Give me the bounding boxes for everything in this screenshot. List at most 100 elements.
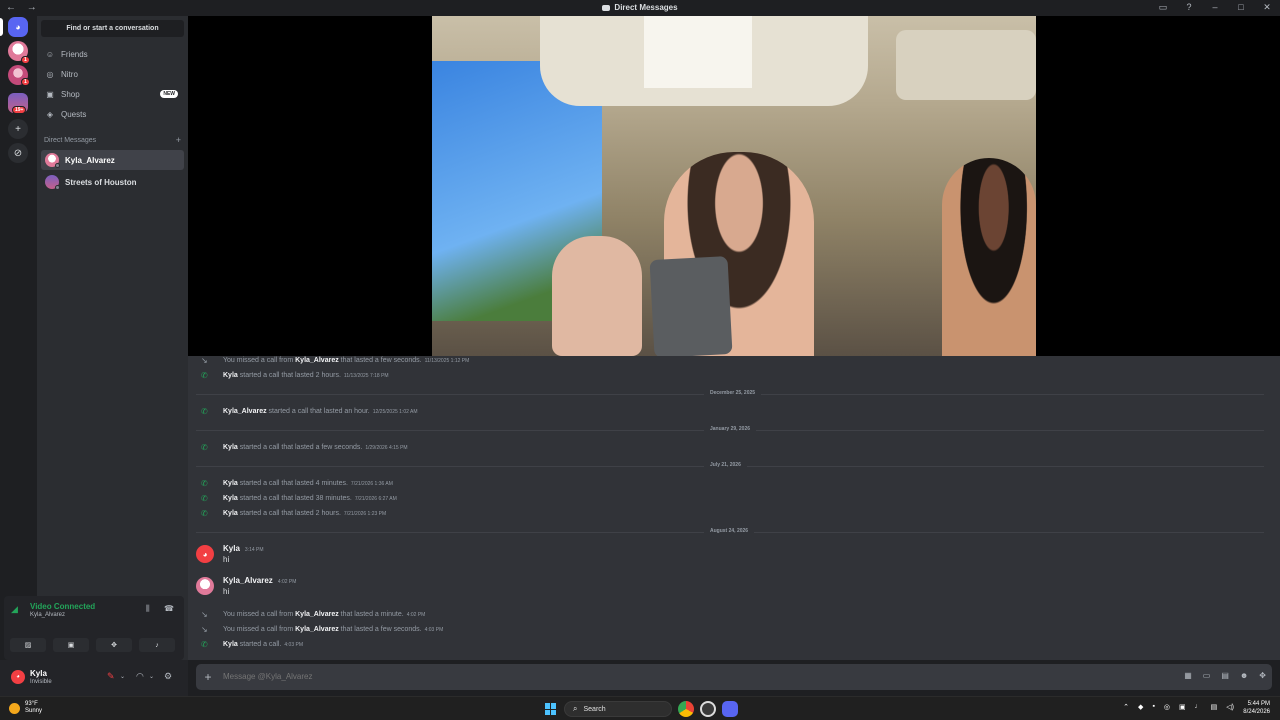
sun-icon (9, 702, 20, 714)
discord-icon: ◕ (15, 22, 21, 32)
discord-taskbar-icon[interactable] (722, 701, 738, 717)
message-author[interactable]: Kyla_Alvarez 4:02 PM (223, 576, 296, 585)
user-name[interactable]: Kyla (30, 669, 47, 678)
discover-button[interactable]: ⊘ (8, 143, 28, 163)
shop-icon: ▣ (46, 89, 54, 99)
weather-widget[interactable]: 93°F Sunny (9, 701, 42, 715)
chrome-icon[interactable] (678, 701, 694, 717)
unread-badge: 1 (21, 78, 30, 86)
chat-message[interactable]: ◕ Kyla 3:14 PM hi (188, 543, 1280, 573)
app-icon[interactable] (700, 701, 716, 717)
call-text: You missed a call from Kyla_Alvarez that… (223, 625, 444, 633)
avatar[interactable] (196, 577, 214, 595)
call-log: ✆ Kyla started a call that lasted 2 hour… (188, 368, 1280, 382)
gift-icon[interactable]: ▦ (1184, 671, 1192, 680)
network-icon[interactable]: ▤ (1211, 703, 1218, 711)
nav-quests[interactable]: ◈ Quests (41, 105, 184, 123)
avatar[interactable]: ◕ (196, 545, 214, 563)
dm-header-label: Direct Messages (44, 137, 97, 144)
window-title: Direct Messages (0, 3, 1280, 12)
call-log: ✆ Kyla started a call that lasted a few … (188, 440, 1280, 454)
headphones-icon[interactable]: ◠ (136, 671, 144, 682)
phone-icon: ✆ (201, 370, 208, 380)
passenger (942, 158, 1036, 356)
inbox-icon[interactable]: ▭ (1156, 2, 1170, 13)
close-button[interactable]: ✕ (1260, 2, 1274, 13)
activities-button[interactable]: ✥ (96, 638, 132, 652)
weather-text: 93°F Sunny (25, 701, 42, 715)
volume-icon[interactable]: ◁) (1226, 703, 1234, 711)
tray-app-icon[interactable]: ▪ (1152, 703, 1154, 711)
phone-icon: ✆ (201, 406, 208, 416)
call-log: ↘ You missed a call from Kyla_Alvarez th… (188, 622, 1280, 636)
server-rail: ◕ 1 1 19+ + ⊘ (0, 16, 37, 696)
home-button[interactable]: ◕ (8, 17, 28, 37)
compass-icon: ⊘ (13, 147, 23, 159)
tray-app-icon[interactable]: ◆ (1138, 703, 1143, 711)
start-button[interactable] (545, 703, 557, 715)
nav-friends[interactable]: ☺ Friends (41, 45, 184, 63)
soundboard-button[interactable]: ♪ (139, 638, 175, 652)
noise-suppression-icon[interactable]: ⫼ (146, 604, 150, 614)
chevron-down-icon[interactable]: ⌄ (120, 673, 125, 680)
find-conversation-button[interactable]: Find or start a conversation (41, 20, 184, 37)
nav-nitro[interactable]: ◎ Nitro (41, 65, 184, 83)
date-label: August 24, 2026 (704, 528, 755, 534)
sticker-icon[interactable]: ▤ (1221, 671, 1229, 680)
create-dm-button[interactable]: + (176, 135, 181, 145)
message-input[interactable] (223, 672, 923, 681)
emoji-icon[interactable]: ☻ (1240, 671, 1248, 680)
user-avatar[interactable]: ◕ (11, 670, 25, 684)
tray-app-icon[interactable]: ▣ (1179, 703, 1186, 711)
time: 5:44 PM (1247, 701, 1270, 707)
tray-app-icon[interactable]: ◎ (1164, 703, 1170, 711)
mute-icon[interactable]: ✎ (107, 671, 115, 682)
voice-channel[interactable]: Kyla_Alvarez (30, 612, 65, 618)
minimize-button[interactable]: – (1208, 2, 1222, 13)
os-taskbar: 93°F Sunny ⌕ Search ⌃ ◆ ▪ ◎ ▣ ♩ ▤ ◁) 5:44 … (0, 696, 1280, 720)
phone-icon: ✆ (201, 442, 208, 452)
window-controls: ▭ ? – □ ✕ (1156, 2, 1274, 13)
video-feed[interactable] (432, 16, 1036, 356)
nav-shop[interactable]: ▣ Shop NEW (41, 85, 184, 103)
settings-gear-icon[interactable]: ⚙ (164, 671, 172, 682)
date: 8/24/2026 (1243, 709, 1270, 715)
dm-item-kyla-alvarez[interactable]: Kyla_Alvarez (41, 150, 184, 170)
soundboard-icon: ♪ (155, 641, 159, 649)
disconnect-icon[interactable]: ☎ (164, 604, 174, 613)
screen-share-button[interactable]: ▣ (53, 638, 89, 652)
call-log: ✆ Kyla_Alvarez started a call that laste… (188, 404, 1280, 418)
camera-off-icon: ▨ (24, 642, 32, 649)
video-stage[interactable] (188, 16, 1280, 356)
status-dot (55, 163, 60, 168)
call-log: ↘ You missed a call from Kyla_Alvarez th… (188, 356, 1280, 367)
nitro-icon: ◎ (46, 69, 54, 79)
clock[interactable]: 5:44 PM 8/24/2026 (1243, 700, 1270, 716)
gif-icon[interactable]: ▭ (1203, 671, 1211, 680)
attach-plus-icon[interactable]: + (200, 669, 216, 685)
chevron-down-icon[interactable]: ⌄ (149, 673, 154, 680)
activities-icon: ✥ (111, 642, 117, 649)
dm-item-streets-of-houston[interactable]: Streets of Houston (41, 172, 184, 192)
microphone-icon[interactable]: ♩ (1195, 703, 1202, 711)
apps-icon[interactable]: ✥ (1259, 671, 1266, 680)
composer-actions: ▦ ▭ ▤ ☻ ✥ (1184, 671, 1266, 680)
taskbar-search[interactable]: ⌕ Search (564, 701, 672, 717)
dm-header: Direct Messages + (44, 135, 181, 145)
message-list[interactable]: ↘ You missed a call from Kyla_Alvarez th… (188, 356, 1280, 660)
camera-off-button[interactable]: ▨ (10, 638, 46, 652)
friends-icon: ☺ (45, 49, 55, 59)
chevron-up-icon[interactable]: ⌃ (1123, 703, 1129, 711)
window-title-text: Direct Messages (614, 3, 678, 12)
call-text: Kyla started a call that lasted a few se… (223, 443, 408, 451)
phone-icon: ✆ (201, 508, 208, 518)
dm-name: Kyla_Alvarez (65, 155, 115, 165)
help-icon[interactable]: ? (1182, 2, 1196, 13)
call-text: Kyla started a call that lasted 38 minut… (223, 494, 397, 502)
discord-icon (602, 4, 611, 11)
message-author[interactable]: Kyla 3:14 PM (223, 544, 264, 553)
voice-status[interactable]: Video Connected (30, 602, 95, 611)
chat-message[interactable]: Kyla_Alvarez 4:02 PM hi (188, 575, 1280, 605)
maximize-button[interactable]: □ (1234, 2, 1248, 13)
add-server-button[interactable]: + (8, 119, 28, 139)
